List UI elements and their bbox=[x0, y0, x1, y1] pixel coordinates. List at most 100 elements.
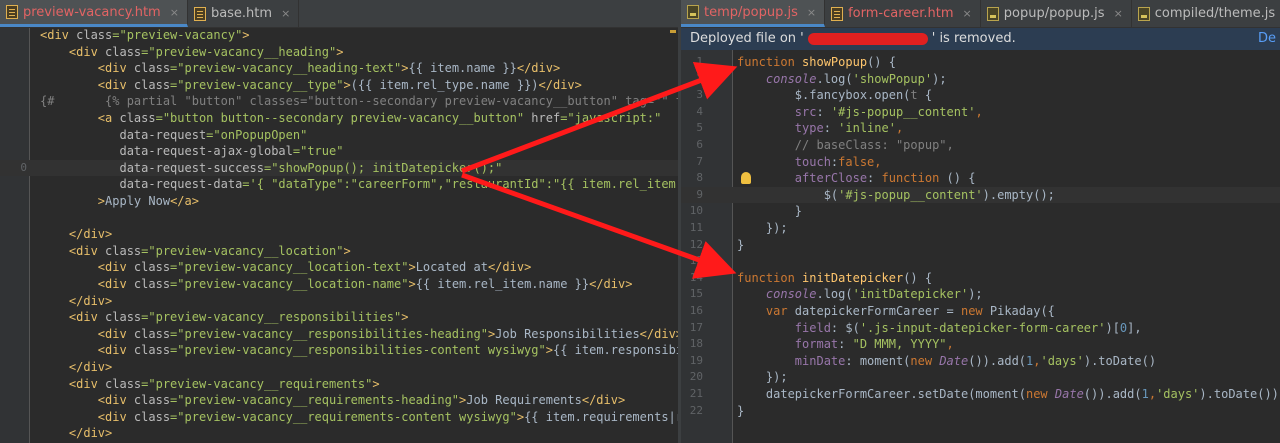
code-line[interactable]: <div class="preview-vacancy__responsibil… bbox=[0, 309, 678, 326]
code-token: 'days' bbox=[1156, 387, 1200, 401]
code-line[interactable]: <div class="preview-vacancy__requirement… bbox=[0, 392, 678, 409]
code-token: ="onPopupOpen" bbox=[206, 127, 308, 142]
line-number: 17 bbox=[689, 320, 703, 334]
code-line[interactable]: 18 format: "D MMM, YYYY", bbox=[681, 336, 1280, 353]
close-icon[interactable]: × bbox=[170, 6, 179, 19]
left-tab-0[interactable]: preview-vacancy.htm × bbox=[0, 0, 188, 27]
code-line[interactable]: 14 function initDatepicker() { bbox=[681, 270, 1280, 287]
code-line[interactable]: <div class="preview-vacancy__location"> bbox=[0, 243, 678, 260]
code-token: class bbox=[133, 61, 171, 76]
close-icon[interactable]: × bbox=[281, 7, 290, 20]
code-line[interactable]: 1 function showPopup() { bbox=[681, 54, 1280, 71]
code-line[interactable]: 9 $('#js-popup__content').empty(); bbox=[681, 186, 1280, 204]
close-icon[interactable]: × bbox=[807, 6, 816, 19]
code-line[interactable]: 4 src: '#js-popup__content', bbox=[681, 104, 1280, 121]
code-line[interactable]: 3 $.fancybox.open(t { bbox=[681, 87, 1280, 104]
code-line[interactable] bbox=[0, 210, 678, 227]
code-line[interactable]: 8 afterClose: function () { bbox=[681, 170, 1280, 187]
line-number: 2 bbox=[696, 71, 703, 85]
html-file-icon bbox=[831, 6, 844, 21]
code-token: ); bbox=[932, 71, 947, 86]
code-token: }); bbox=[737, 221, 788, 235]
right-tab-2[interactable]: popup/popup.js × bbox=[981, 0, 1132, 27]
code-token: <div bbox=[40, 310, 106, 325]
code-line[interactable]: 5 type: 'inline', bbox=[681, 120, 1280, 137]
close-icon[interactable]: × bbox=[963, 7, 972, 20]
code-line[interactable]: 17 field: $('.js-input-datepicker-form-c… bbox=[681, 320, 1280, 337]
code-text: >Apply Now</a> bbox=[40, 193, 199, 210]
code-line[interactable]: 22} bbox=[681, 403, 1280, 420]
code-token: ="preview-vacancy__heading-text" bbox=[170, 61, 402, 76]
code-line[interactable]: data-request-ajax-global="true" bbox=[0, 143, 678, 160]
code-line[interactable]: <div class="preview-vacancy__responsibil… bbox=[0, 342, 678, 359]
code-line[interactable]: <div class="preview-vacancy__type">({{ i… bbox=[0, 77, 678, 94]
notification-link[interactable]: De bbox=[1258, 28, 1276, 50]
code-token: { bbox=[917, 88, 933, 103]
code-line[interactable]: <div class="preview-vacancy__location-na… bbox=[0, 276, 678, 293]
code-line[interactable]: <a class="button button--secondary previ… bbox=[0, 110, 678, 127]
code-line[interactable]: </div> bbox=[0, 359, 678, 376]
left-editor-pane[interactable]: preview-vacancy.htm × base.htm × <div class… bbox=[0, 0, 678, 443]
right-tab-1[interactable]: form-career.htm × bbox=[825, 0, 981, 27]
right-tab-0[interactable]: temp/popup.js × bbox=[681, 0, 826, 27]
code-line[interactable]: 20 }); bbox=[681, 369, 1280, 386]
code-line[interactable]: 2 console.log('showPopup'); bbox=[681, 71, 1280, 88]
code-token: 'inline' bbox=[838, 121, 896, 136]
right-code-editor[interactable]: 1 function showPopup() {2 console.log('sh… bbox=[681, 50, 1280, 443]
code-token: console bbox=[737, 287, 817, 302]
html-file-icon bbox=[6, 5, 18, 19]
code-token: {{ item.requirements|raw }} bbox=[524, 409, 678, 424]
redacted-scribble bbox=[807, 32, 928, 45]
code-line[interactable]: <div class="preview-vacancy__heading-tex… bbox=[0, 60, 678, 77]
right-tab-3[interactable]: compiled/theme.js× bbox=[1132, 0, 1280, 27]
right-tab-label: form-career.htm bbox=[848, 6, 954, 21]
code-text: <div class="preview-vacancy__responsibil… bbox=[40, 342, 678, 359]
code-token: datepickerFormCareer = bbox=[794, 304, 961, 318]
code-line[interactable]: 6 // baseClass: "popup", bbox=[681, 137, 1280, 154]
code-text: minDate: moment(new Date()).add(1,'days'… bbox=[737, 353, 1156, 370]
code-line[interactable]: 13 bbox=[681, 253, 1280, 270]
code-line[interactable]: </div> bbox=[0, 425, 678, 442]
code-token: {{ item.rel_item.name }} bbox=[415, 277, 590, 291]
close-icon[interactable]: × bbox=[1114, 7, 1123, 20]
left-scroll-marker[interactable] bbox=[670, 30, 676, 33]
code-line[interactable]: data-request-data='{ "dataType":"careerF… bbox=[0, 176, 678, 193]
js-file-icon bbox=[986, 6, 999, 21]
code-line[interactable]: <div class="preview-vacancy__location-te… bbox=[0, 259, 678, 276]
code-token: ="preview-vacancy__responsibilities-head… bbox=[170, 326, 488, 341]
right-editor-pane[interactable]: temp/popup.js × form-career.htm × popup/popu… bbox=[681, 0, 1280, 443]
code-token: '#js-popup__content' bbox=[838, 187, 983, 202]
code-line[interactable]: </div> bbox=[0, 226, 678, 243]
code-line[interactable]: {# {% partial "button" classes="button--… bbox=[0, 93, 678, 110]
code-text: } bbox=[737, 237, 744, 254]
code-token: ).toDate() bbox=[1083, 353, 1157, 368]
code-text: </div> bbox=[40, 359, 112, 376]
code-line[interactable]: <div class="preview-vacancy__requirement… bbox=[0, 409, 678, 426]
code-token: function bbox=[737, 55, 803, 69]
code-line[interactable]: data-request="onPopupOpen" bbox=[0, 127, 678, 144]
code-line[interactable]: <div class="preview-vacancy__requirement… bbox=[0, 376, 678, 393]
line-number: 20 bbox=[689, 370, 703, 384]
code-line[interactable]: </div> bbox=[0, 293, 678, 310]
code-line[interactable]: 7 touch:false, bbox=[681, 154, 1280, 171]
left-code-editor[interactable]: <div class="preview-vacancy"> <div class… bbox=[0, 28, 678, 443]
code-line[interactable]: >Apply Now</a> bbox=[0, 193, 678, 210]
code-line[interactable]: 15 console.log('initDatepicker'); bbox=[681, 286, 1280, 303]
code-text: <div class="preview-vacancy__location-na… bbox=[40, 276, 633, 293]
code-line[interactable]: 10 } bbox=[681, 203, 1280, 220]
code-line[interactable]: <div class="preview-vacancy__heading"> bbox=[0, 44, 678, 61]
code-line[interactable]: 11 }); bbox=[681, 220, 1280, 237]
code-line[interactable]: 12} bbox=[681, 237, 1280, 254]
code-line[interactable]: 21 datepickerFormCareer.setDate(moment(n… bbox=[681, 386, 1280, 403]
code-line[interactable]: 16 var datepickerFormCareer = new Pikada… bbox=[681, 303, 1280, 320]
code-line[interactable]: 19 minDate: moment(new Date()).add(1,'da… bbox=[681, 353, 1280, 370]
notification-prefix: Deployed file on ' bbox=[690, 31, 804, 46]
left-tab-1[interactable]: base.htm × bbox=[188, 0, 300, 27]
code-line[interactable]: 0 data-request-success="showPopup(); ini… bbox=[0, 159, 678, 177]
code-token: </div> bbox=[581, 393, 626, 408]
code-line[interactable]: <div class="preview-vacancy"> bbox=[0, 27, 678, 44]
intention-bulb-icon[interactable] bbox=[741, 172, 751, 185]
code-token: Date bbox=[1054, 387, 1084, 401]
code-token: <div bbox=[40, 260, 134, 275]
code-line[interactable]: <div class="preview-vacancy__responsibil… bbox=[0, 326, 678, 343]
